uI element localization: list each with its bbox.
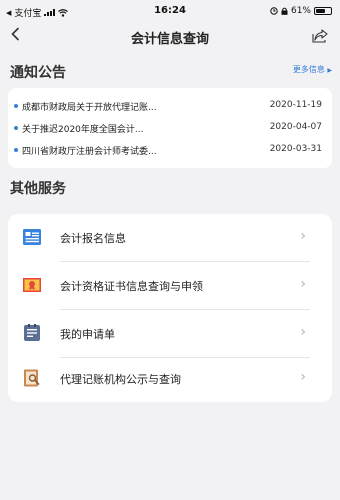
notice-title: 关于推迟2020年度全国会计... [22, 125, 144, 135]
notice-date: 2020-11-19 [269, 100, 322, 110]
bullet-icon [14, 126, 18, 130]
alarm-icon [270, 7, 278, 15]
bullet-icon [14, 148, 18, 152]
status-right: 61% [270, 6, 332, 16]
notice-date: 2020-04-07 [269, 122, 322, 132]
page-title: 会计信息查询 [130, 32, 209, 47]
lock-rotation-icon [281, 7, 288, 15]
id-card-icon [23, 229, 41, 245]
battery-percent: 61% [290, 6, 311, 16]
notice-title: 四川省财政厅注册会计师考试委... [22, 147, 157, 157]
service-label: 我的申请单 [60, 328, 115, 341]
service-label: 会计资格证书信息查询与申领 [60, 280, 203, 293]
service-item-my-applications[interactable]: 我的申请单 › [8, 310, 332, 357]
notice-item-3[interactable]: 四川省财政厅注册会计师考试委... 2020-03-31 [8, 140, 332, 160]
service-item-agency-search[interactable]: 代理记账机构公示与查询 › [8, 355, 332, 402]
battery-icon [314, 7, 332, 15]
chevron-right-icon: › [300, 369, 306, 385]
triangle-right-icon: ▶ [327, 67, 332, 74]
services-card: 会计报名信息 › 会计资格证书信息查询与申领 › 我的申请单 › 代理记账机构公… [8, 214, 332, 402]
services-section-title: 其他服务 [10, 181, 66, 197]
agency-search-icon [24, 369, 40, 387]
share-button[interactable] [312, 28, 328, 47]
notice-item-1[interactable]: 成都市财政局关于开放代理记账... 2020-11-19 [8, 96, 332, 116]
notice-title: 成都市财政局关于开放代理记账... [22, 103, 157, 113]
nav-bar: 会计信息查询 [0, 22, 340, 52]
chevron-right-icon: › [300, 324, 306, 340]
certificate-icon [23, 278, 41, 292]
share-icon [312, 29, 328, 43]
notice-item-2[interactable]: 关于推迟2020年度全国会计... 2020-04-07 [8, 118, 332, 138]
more-info-label: 更多信息 [292, 65, 325, 74]
bullet-icon [14, 104, 18, 108]
notice-card: 成都市财政局关于开放代理记账... 2020-11-19 关于推迟2020年度全… [8, 88, 332, 168]
service-label: 会计报名信息 [60, 232, 126, 245]
service-label: 代理记账机构公示与查询 [60, 373, 181, 386]
status-bar: ◀ 支付宝 16:24 61% [0, 0, 340, 22]
service-item-registration-info[interactable]: 会计报名信息 › [8, 214, 332, 261]
notices-section-title: 通知公告 [10, 65, 66, 81]
more-info-link[interactable]: 更多信息 ▶ [293, 64, 332, 75]
chevron-right-icon: › [300, 276, 306, 292]
application-form-icon [24, 324, 40, 341]
chevron-right-icon: › [300, 228, 306, 244]
service-item-certificate-query[interactable]: 会计资格证书信息查询与申领 › [8, 262, 332, 309]
notice-date: 2020-03-31 [269, 144, 322, 154]
